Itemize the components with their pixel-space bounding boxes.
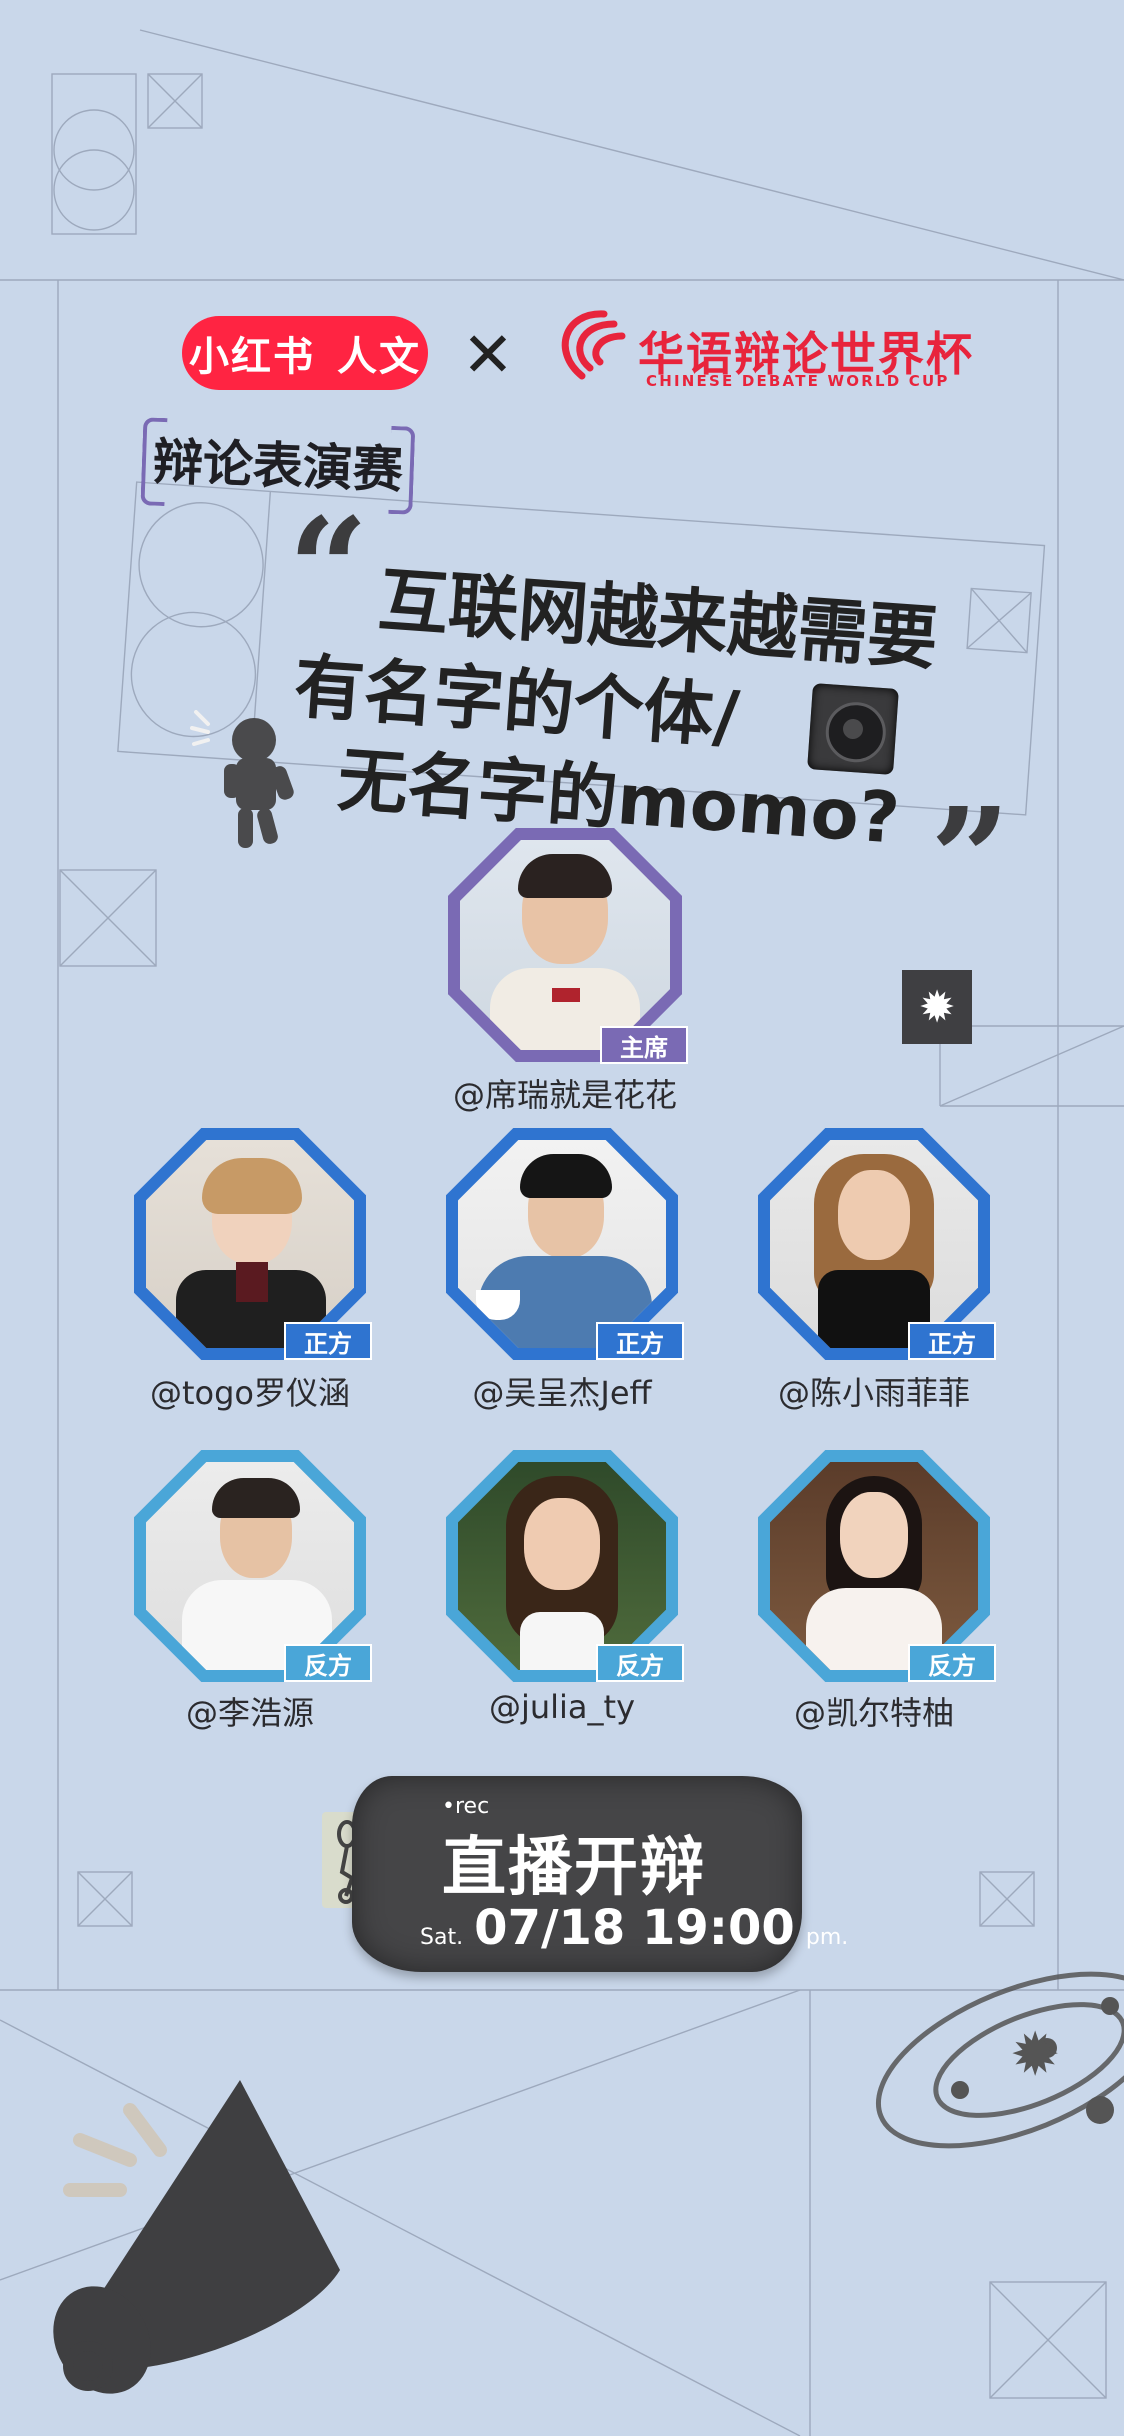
sun-icon: ✹ [902, 970, 972, 1044]
speaker-icon [807, 683, 899, 775]
pro-avatar-2 [458, 1140, 666, 1348]
con-role-badge-3: 反方 [908, 1644, 996, 1682]
pro-handle-1[interactable]: @togo罗仪涵 [90, 1368, 410, 1414]
xhs-logo-subtext: 人文 [337, 334, 421, 380]
con-avatar-2 [458, 1462, 666, 1670]
pro-avatar-1 [146, 1140, 354, 1348]
times-icon: ✕ [462, 318, 514, 391]
live-ampm: pm. [805, 1925, 849, 1950]
con-avatar-3 [770, 1462, 978, 1670]
live-datetime: Sat. 07/18 19:00 pm. [420, 1900, 848, 1956]
pro-handle-3[interactable]: @陈小雨菲菲 [714, 1368, 1034, 1414]
host-handle[interactable]: @席瑞就是花花 [400, 1070, 730, 1116]
con-role-badge-2: 反方 [596, 1644, 684, 1682]
con-avatar-1 [146, 1462, 354, 1670]
con-handle-2[interactable]: @julia_ty [402, 1688, 722, 1726]
live-title[interactable]: 直播开辩 [442, 1816, 706, 1908]
cdwc-logo-subtitle: CHINESE DEBATE WORLD CUP [646, 372, 950, 390]
live-time: 07/18 19:00 [474, 1900, 795, 1956]
con-handle-1[interactable]: @李浩源 [90, 1688, 410, 1734]
pro-role-badge-2: 正方 [596, 1322, 684, 1360]
pro-role-badge-3: 正方 [908, 1322, 996, 1360]
live-day: Sat. [420, 1925, 464, 1950]
xiaohongshu-logo: 小红书 人文 [182, 316, 428, 390]
stone-figure-icon [190, 710, 294, 848]
event-type-tag: 辩论表演赛 [140, 413, 416, 515]
con-handle-3[interactable]: @凯尔特柚 [714, 1688, 1034, 1734]
pro-role-badge-1: 正方 [284, 1322, 372, 1360]
con-role-badge-1: 反方 [284, 1644, 372, 1682]
debate-motion: 互联网越来越需要 有名字的个体/ 无名字的momo? [273, 520, 1014, 899]
pro-avatar-3 [770, 1140, 978, 1348]
pro-handle-2[interactable]: @吴呈杰Jeff [402, 1368, 722, 1414]
megaphone-icon [53, 2080, 340, 2394]
xhs-logo-text: 小红书 [189, 334, 315, 380]
orbit-sun-icon: ✹ [1010, 2020, 1061, 2090]
host-avatar [460, 840, 670, 1050]
cdwc-swirl-logo [561, 310, 626, 380]
host-role-badge: 主席 [600, 1026, 688, 1064]
